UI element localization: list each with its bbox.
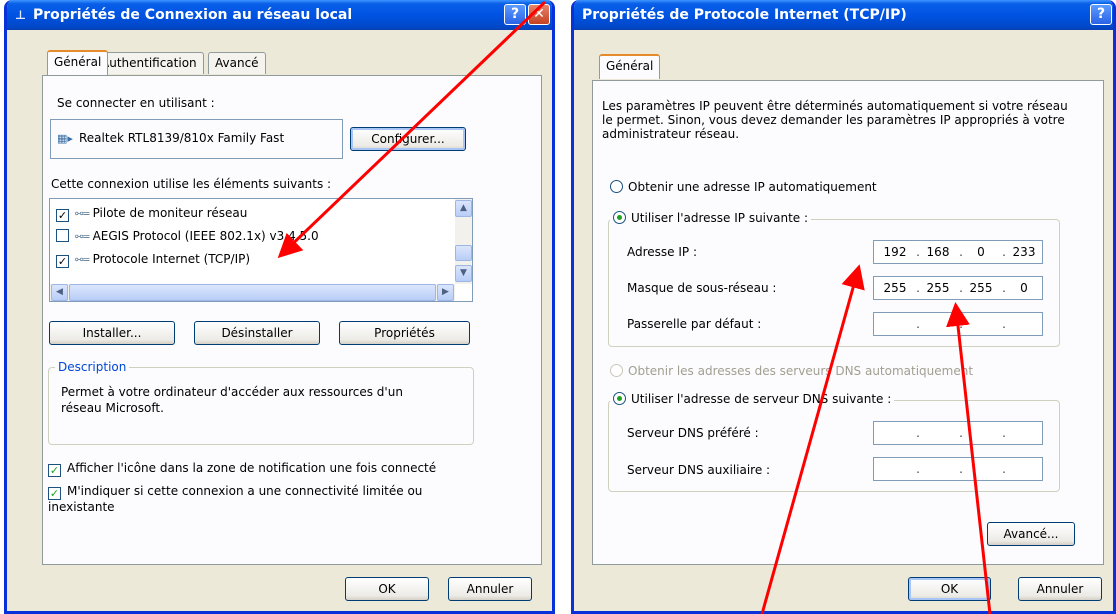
ok-button[interactable]: OK [908,577,991,601]
advanced-button[interactable]: Avancé... [987,522,1075,546]
tcpip-tabstrip: Général [599,54,1099,79]
notify-icon-checkbox[interactable]: ✓ [48,464,61,477]
tab-general[interactable]: Général [599,54,661,79]
notify-limited-row[interactable]: ✓ M'indiquer si cette connexion a une con… [48,484,468,515]
component-label: Protocole Internet (TCP/IP) [92,252,251,266]
auto-dns-radio[interactable] [610,364,623,377]
mask-octet: 255 [969,281,993,295]
close-button[interactable]: ✕ [528,4,550,25]
tab-authentication[interactable]: Authentification [94,52,204,74]
ok-button[interactable]: OK [345,577,429,601]
cancel-button[interactable]: Annuler [448,577,532,601]
tcpip-dialog-titlebar[interactable]: Propriétés de Protocole Internet (TCP/IP… [574,0,1113,30]
protocol-icon: ⚯═ [75,255,93,266]
scroll-down-icon[interactable]: ▼ [455,265,472,282]
adapter-name: Realtek RTL8139/810x Family Fast [79,131,285,145]
ip-address-label: Adresse IP : [627,245,698,259]
adapter-row: ▦▸ Realtek RTL8139/810x Family Fast [57,131,284,145]
ip-octet: 0 [977,245,985,259]
description-group: Description Permet à votre ordinateur d'… [48,360,474,445]
manual-ip-label: Utiliser l'adresse IP suivante : [631,211,809,225]
auto-ip-row[interactable]: Obtenir une adresse IP automatiquement [610,180,877,194]
protocol-icon: ⚯═ [75,232,93,243]
scroll-hthumb[interactable] [69,284,436,301]
vertical-scrollbar[interactable]: ▲ ▼ [455,199,472,284]
subnet-mask-field[interactable]: 255. 255. 255. 0 [873,276,1043,300]
ip-octet: 192 [883,245,907,259]
component-checkbox[interactable] [56,229,69,242]
configure-button[interactable]: Configurer... [350,127,466,151]
gateway-field[interactable]: ... [873,312,1043,336]
notify-limited-checkbox[interactable]: ✓ [48,487,61,500]
lan-dialog-titlebar[interactable]: ⊥ Propriétés de Connexion au réseau local [7,0,552,30]
components-label: Cette connexion utilise les éléments sui… [51,177,332,191]
alternate-dns-label: Serveur DNS auxiliaire : [627,463,771,477]
auto-ip-radio[interactable] [610,180,623,193]
tab-general[interactable]: Général [47,50,109,75]
mask-octet: 255 [926,281,950,295]
manual-dns-radio[interactable] [613,392,626,405]
subnet-mask-label: Masque de sous-réseau : [627,281,777,295]
gateway-label: Passerelle par défaut : [627,317,762,331]
component-checkbox[interactable]: ✓ [56,255,69,268]
auto-dns-label: Obtenir les adresses des serveurs DNS au… [628,364,974,378]
manual-ip-group: Utiliser l'adresse IP suivante : Adresse… [608,211,1060,347]
component-label: Pilote de moniteur réseau [92,206,248,220]
cancel-button[interactable]: Annuler [1018,577,1102,601]
tab-advanced[interactable]: Avancé [208,52,266,74]
ip-octet: 168 [926,245,950,259]
description-title: Description [55,360,130,374]
component-item[interactable]: ⚯═ AEGIS Protocol (IEEE 802.1x) v3.4.5.0 [56,227,319,245]
manual-ip-row[interactable]: Utiliser l'adresse IP suivante : [610,211,812,225]
lan-general-panel: Se connecter en utilisant : ▦▸ Realtek RT… [42,75,542,565]
protocol-icon: ⚯═ [75,209,93,220]
scroll-left-icon[interactable]: ◀ [51,284,68,301]
adapter-box: ▦▸ Realtek RTL8139/810x Family Fast [50,119,343,159]
uninstall-button[interactable]: Désinstaller [194,321,320,345]
tcpip-general-panel: Les paramètres IP peuvent être déterminé… [592,80,1104,565]
connect-using-label: Se connecter en utilisant : [57,96,215,110]
manual-dns-group: Utiliser l'adresse de serveur DNS suivan… [608,392,1060,492]
properties-button[interactable]: Propriétés [339,321,470,345]
preferred-dns-field[interactable]: ... [873,421,1043,445]
lan-properties-dialog: ⊥ Propriétés de Connexion au réseau local… [4,0,555,614]
scroll-up-icon[interactable]: ▲ [455,200,472,217]
notify-icon-row[interactable]: ✓ Afficher l'icône dans la zone de notifi… [48,461,436,477]
tcpip-dialog-title: Propriétés de Protocole Internet (TCP/IP… [582,7,907,23]
manual-dns-label: Utiliser l'adresse de serveur DNS suivan… [631,392,892,406]
intro-text: Les paramètres IP peuvent être déterminé… [602,99,1068,141]
component-item[interactable]: ✓ ⚯═ Pilote de moniteur réseau [56,204,247,222]
notify-limited-label: M'indiquer si cette connexion a une conn… [48,484,423,514]
components-list[interactable]: ✓ ⚯═ Pilote de moniteur réseau ⚯═ AEGIS P… [49,198,473,302]
mask-octet: 255 [883,281,907,295]
network-adapter-icon: ▦▸ [57,132,73,145]
description-text: Permet à votre ordinateur d'accéder aux … [61,385,403,415]
preferred-dns-label: Serveur DNS préféré : [627,426,759,440]
lan-tabstrip: Général Authentification Avancé [47,50,547,75]
auto-ip-label: Obtenir une adresse IP automatiquement [628,180,877,194]
component-label: AEGIS Protocol (IEEE 802.1x) v3.4.5.0 [92,229,319,243]
install-button[interactable]: Installer... [49,321,175,345]
manual-ip-radio[interactable] [613,211,626,224]
mask-octet: 0 [1020,281,1028,295]
alternate-dns-field[interactable]: ... [873,457,1043,481]
tcpip-properties-dialog: Propriétés de Protocole Internet (TCP/IP… [571,0,1116,614]
help-button[interactable]: ? [1090,4,1112,25]
ip-address-field[interactable]: 192. 168. 0. 233 [873,240,1043,264]
help-button[interactable]: ? [504,4,526,25]
horizontal-scrollbar[interactable]: ◀ ▶ [50,284,455,301]
lan-dialog-title: Propriétés de Connexion au réseau local [33,7,353,23]
ip-octet: 233 [1012,245,1036,259]
component-checkbox[interactable]: ✓ [56,209,69,222]
scroll-right-icon[interactable]: ▶ [437,284,454,301]
auto-dns-row[interactable]: Obtenir les adresses des serveurs DNS au… [610,364,973,378]
manual-dns-row[interactable]: Utiliser l'adresse de serveur DNS suivan… [610,392,895,406]
network-connection-icon: ⊥ [15,8,26,22]
component-item[interactable]: ✓ ⚯═ Protocole Internet (TCP/IP) [56,250,250,268]
scroll-thumb[interactable] [455,245,472,261]
notify-icon-label: Afficher l'icône dans la zone de notific… [67,461,437,475]
